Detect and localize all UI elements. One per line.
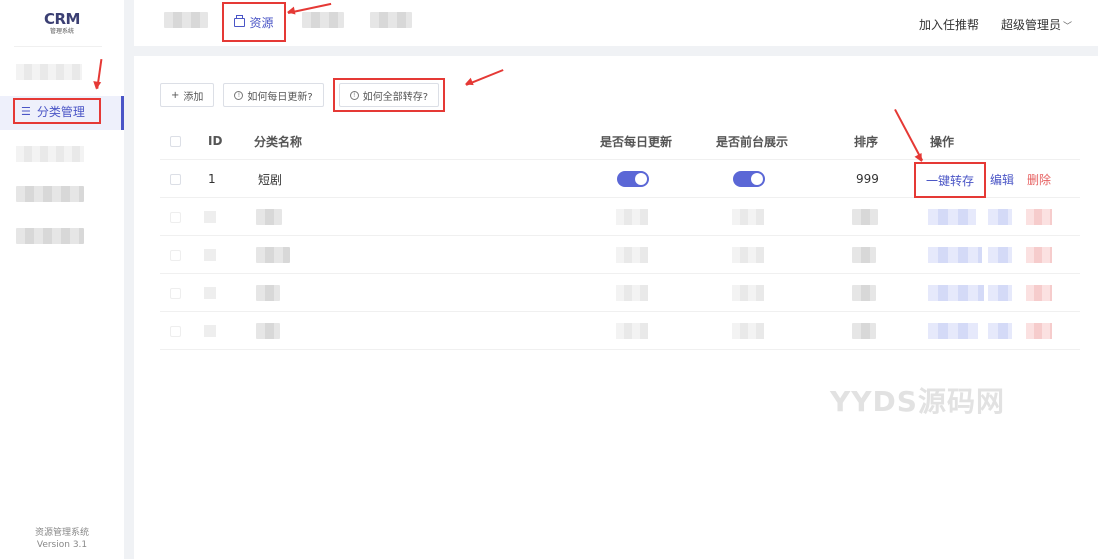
header-sort: 排序 (854, 134, 879, 149)
row-name: 短剧 (258, 172, 283, 187)
daily-update-help-button[interactable]: ! 如何每日更新? (223, 83, 324, 107)
user-name: 超级管理员 (1000, 18, 1061, 32)
daily-update-help-label: 如何每日更新? (247, 91, 313, 103)
add-button-label: 添加 (183, 91, 204, 103)
header-daily-update: 是否每日更新 (600, 134, 673, 149)
add-button[interactable]: + 添加 (160, 83, 215, 107)
recommend-link[interactable]: 加入任推帮 (919, 16, 979, 33)
transfer-all-highlight: ! 如何全部转存? (332, 78, 446, 112)
row-checkbox[interactable] (170, 173, 181, 185)
tab-redacted[interactable] (164, 12, 208, 28)
transfer-all-help-button[interactable]: ! 如何全部转存? (338, 83, 440, 107)
watermark: YYDS源码网 (830, 385, 1005, 418)
row-checkbox[interactable] (170, 287, 181, 299)
logo-mark: CRM (44, 10, 81, 28)
system-version: Version 3.1 (36, 540, 88, 550)
plus-icon: + (171, 89, 180, 101)
active-indicator (121, 96, 124, 130)
logo-subtitle: 管理系统 (49, 28, 74, 35)
sidebar: CRM 管理系统 ☰ 分类管理 资源管理系统 Version 3.1 (0, 0, 124, 559)
front-display-toggle[interactable] (733, 171, 765, 187)
top-nav: 资源 加入任推帮 超级管理员 ﹀ (134, 0, 1098, 46)
transfer-all-help-label: 如何全部转存? (362, 91, 429, 103)
table-row: 1 短剧 999 一键转存 编辑 删除 (160, 160, 1080, 198)
delete-button[interactable]: 删除 (1027, 171, 1051, 188)
top-right-actions: 加入任推帮 超级管理员 ﹀ (919, 16, 1072, 33)
tab-redacted[interactable] (302, 12, 344, 28)
table-row (160, 236, 1080, 274)
table-row (160, 312, 1080, 350)
header-operations: 操作 (930, 134, 955, 149)
sidebar-footer: 资源管理系统 Version 3.1 (0, 527, 124, 551)
chevron-down-icon: ﹀ (1062, 22, 1072, 32)
user-menu[interactable]: 超级管理员 ﹀ (1001, 16, 1072, 33)
logo-divider (14, 46, 102, 47)
header-name: 分类名称 (254, 134, 303, 149)
table-row (160, 198, 1080, 236)
toolbar: + 添加 ! 如何每日更新? ! 如何全部转存? (160, 78, 446, 112)
sidebar-item-label: 分类管理 (36, 104, 85, 119)
one-click-transfer-button[interactable]: 一键转存 (926, 172, 974, 189)
table-row (160, 274, 1080, 312)
sidebar-item-redacted[interactable] (16, 64, 82, 80)
logo[interactable]: CRM 管理系统 (0, 10, 124, 36)
tab-label: 资源 (249, 15, 274, 30)
sidebar-item-redacted[interactable] (16, 228, 84, 244)
sidebar-item-category-management[interactable]: ☰ 分类管理 (0, 96, 124, 130)
tab-resources[interactable]: 资源 (222, 2, 286, 42)
tab-redacted[interactable] (370, 12, 412, 28)
main-content: + 添加 ! 如何每日更新? ! 如何全部转存? ID 分类名称 是否每日更新 … (134, 56, 1098, 559)
row-checkbox[interactable] (170, 249, 181, 261)
row-id: 1 (208, 172, 216, 186)
box-icon (234, 14, 246, 27)
sidebar-item-highlight: ☰ 分类管理 (13, 98, 101, 124)
header-id: ID (208, 134, 223, 148)
select-all-checkbox[interactable] (170, 135, 181, 147)
daily-update-toggle[interactable] (617, 171, 649, 187)
transfer-highlight: 一键转存 (914, 162, 986, 198)
row-sort: 999 (856, 172, 879, 186)
info-icon: ! (234, 90, 244, 100)
edit-button[interactable]: 编辑 (990, 171, 1014, 188)
header-front-display: 是否前台展示 (716, 134, 789, 149)
category-table: ID 分类名称 是否每日更新 是否前台展示 排序 操作 1 短剧 999 一键转… (160, 122, 1080, 350)
row-checkbox[interactable] (170, 325, 181, 337)
table-header: ID 分类名称 是否每日更新 是否前台展示 排序 操作 (160, 122, 1080, 160)
sidebar-item-redacted[interactable] (16, 186, 84, 202)
sidebar-item-redacted[interactable] (16, 146, 84, 162)
info-icon: ! (349, 90, 359, 100)
row-checkbox[interactable] (170, 211, 181, 223)
system-name: 资源管理系统 (34, 528, 89, 538)
sliders-icon: ☰ (21, 104, 31, 118)
